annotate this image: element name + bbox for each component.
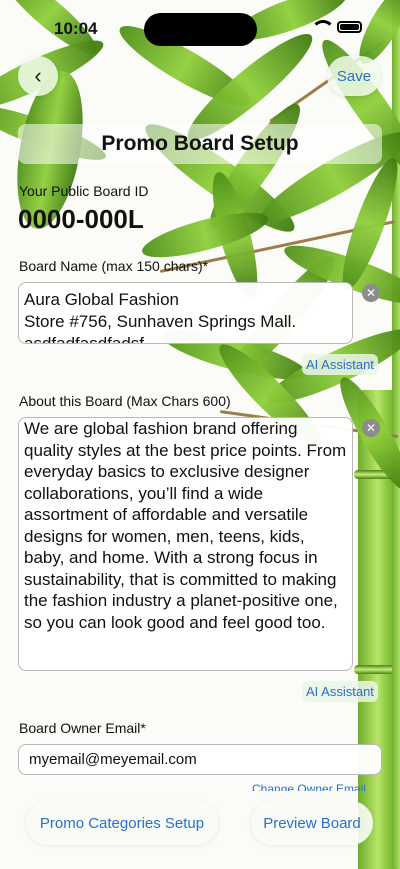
board-id-value: 0000-000L [18,204,144,234]
about-field[interactable]: We are global fashion brand offering qua… [18,417,353,671]
dynamic-island [144,13,257,46]
chevron-left-icon: ‹ [34,63,42,88]
promo-categories-setup-button[interactable]: Promo Categories Setup [26,801,218,845]
board-name-field[interactable]: Aura Global Fashion Store #756, Sunhaven… [18,282,353,344]
back-button[interactable]: ‹ [18,56,58,96]
status-icons [311,20,362,33]
clear-board-name-icon[interactable]: ✕ [362,284,380,302]
status-time: 10:04 [54,19,98,38]
ai-assistant-board-name-button[interactable]: AI Assistant [302,354,378,375]
wifi-icon [311,20,335,33]
page-title: Promo Board Setup [18,124,382,164]
clear-about-icon[interactable]: ✕ [362,419,380,437]
preview-board-button[interactable]: Preview Board [251,801,373,845]
about-label: About this Board (Max Chars 600) [19,393,231,409]
board-name-label: Board Name (max 150 chars)* [19,258,209,274]
owner-email-label: Board Owner Email* [19,720,146,736]
battery-icon [337,20,362,33]
save-button[interactable]: Save [327,56,381,96]
ai-assistant-about-button[interactable]: AI Assistant [302,681,378,702]
owner-email-field[interactable]: myemail@meyemail.com [18,744,382,775]
board-id-label: Your Public Board ID [19,183,149,199]
change-owner-email-link[interactable]: Change Owner Email [252,781,366,791]
